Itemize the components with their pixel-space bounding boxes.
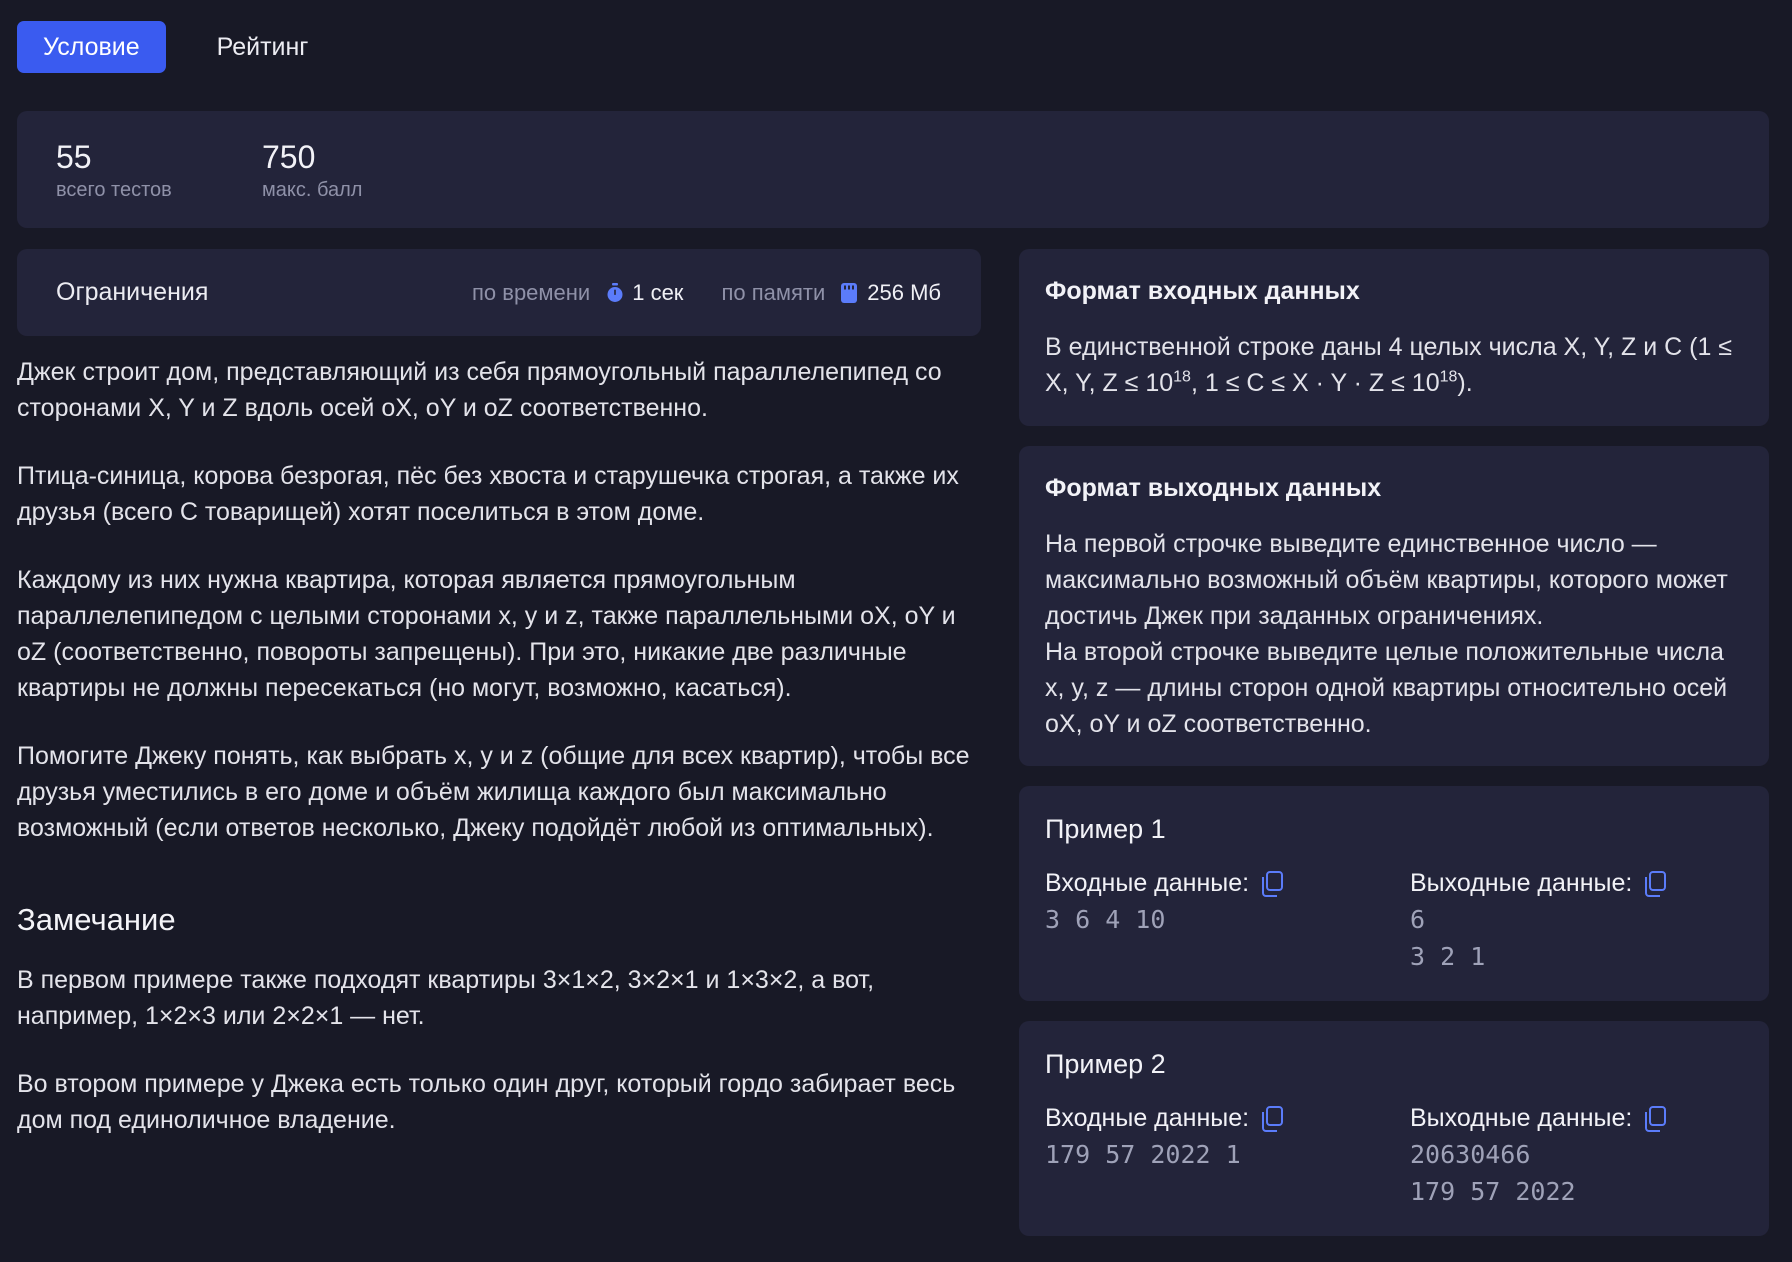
tab-statement[interactable]: Условие <box>17 21 166 73</box>
time-limit-label: по времени <box>472 279 591 305</box>
input-format-title: Формат входных данных <box>1045 277 1360 305</box>
note-heading: Замечание <box>17 902 176 937</box>
stat-max-score: 750 макс. балл <box>262 139 362 202</box>
copy-icon[interactable] <box>1261 1105 1284 1132</box>
stopwatch-icon <box>606 282 624 303</box>
example-output-data: 20630466 179 57 2022 <box>1410 1140 1576 1206</box>
max-score-value: 750 <box>262 139 316 175</box>
example-input-data: 179 57 2022 1 <box>1045 1140 1241 1169</box>
stats-panel: 55 всего тестов 750 макс. балл <box>17 111 1769 228</box>
memory-card-icon <box>841 282 859 303</box>
example-title: Пример 1 <box>1045 814 1166 844</box>
max-score-label: макс. балл <box>262 179 363 201</box>
output-format-title: Формат выходных данных <box>1045 474 1382 502</box>
limits-panel: Ограничения по времени 1 сек по памяти 2… <box>17 249 981 336</box>
input-format-text-c: ). <box>1457 369 1473 397</box>
superscript: 18 <box>1173 368 1191 386</box>
example-title: Пример 2 <box>1045 1049 1166 1079</box>
example-output-header: Выходные данные: <box>1410 869 1667 898</box>
tab-rating[interactable]: Рейтинг <box>191 21 335 73</box>
total-tests-value: 55 <box>56 139 92 175</box>
copy-icon[interactable] <box>1644 870 1667 897</box>
problem-statement: Джек строит дом, представляющий из себя … <box>17 354 987 1170</box>
example-output-header: Выходные данные: <box>1410 1104 1667 1133</box>
example-card-1: Пример 1 Входные данные: 3 6 4 10 Выходн… <box>1019 786 1769 1001</box>
output-label: Выходные данные: <box>1410 1104 1633 1132</box>
output-format-text: На первой строчке выведите единственное … <box>1045 526 1743 742</box>
limits-values: по времени 1 сек по памяти 256 Мб <box>472 249 941 336</box>
note-paragraph: В первом примере также подходят квартиры… <box>17 966 875 1030</box>
input-format-text-b: , 1 ≤ C ≤ X · Y · Z ≤ 10 <box>1190 369 1440 397</box>
statement-paragraph: Птица-синица, корова безрогая, пёс без х… <box>17 462 959 526</box>
example-input-header: Входные данные: <box>1045 1104 1284 1133</box>
memory-limit-label: по памяти <box>721 279 826 305</box>
note-paragraph: Во втором примере у Джека есть только од… <box>17 1070 956 1134</box>
input-label: Входные данные: <box>1045 869 1250 897</box>
output-format-card: Формат выходных данных На первой строчке… <box>1019 446 1769 766</box>
statement-paragraph: Джек строит дом, представляющий из себя … <box>17 358 942 422</box>
stat-total-tests: 55 всего тестов <box>56 139 172 202</box>
output-label: Выходные данные: <box>1410 869 1633 897</box>
superscript: 18 <box>1439 368 1458 386</box>
copy-icon[interactable] <box>1261 870 1284 897</box>
example-output-data: 6 3 2 1 <box>1410 905 1486 971</box>
input-format-text: В единственной строке даны 4 целых числа… <box>1045 329 1743 401</box>
statement-paragraph: Каждому из них нужна квартира, которая я… <box>17 566 956 702</box>
output-format-line: На первой строчке выведите единственное … <box>1045 530 1728 630</box>
example-card-2: Пример 2 Входные данные: 179 57 2022 1 В… <box>1019 1021 1769 1236</box>
copy-icon[interactable] <box>1644 1105 1667 1132</box>
time-limit-value: 1 сек <box>632 279 684 305</box>
memory-limit-value: 256 Мб <box>867 279 941 305</box>
example-input-header: Входные данные: <box>1045 869 1284 898</box>
total-tests-label: всего тестов <box>56 179 172 201</box>
example-input-data: 3 6 4 10 <box>1045 905 1166 934</box>
output-format-line: На второй строчке выведите целые положит… <box>1045 638 1728 738</box>
input-label: Входные данные: <box>1045 1104 1250 1132</box>
limits-title: Ограничения <box>56 278 209 306</box>
tab-bar: Условие Рейтинг <box>17 21 334 73</box>
statement-paragraph: Помогите Джеку понять, как выбрать x, y … <box>17 742 970 842</box>
input-format-card: Формат входных данных В единственной стр… <box>1019 249 1769 426</box>
